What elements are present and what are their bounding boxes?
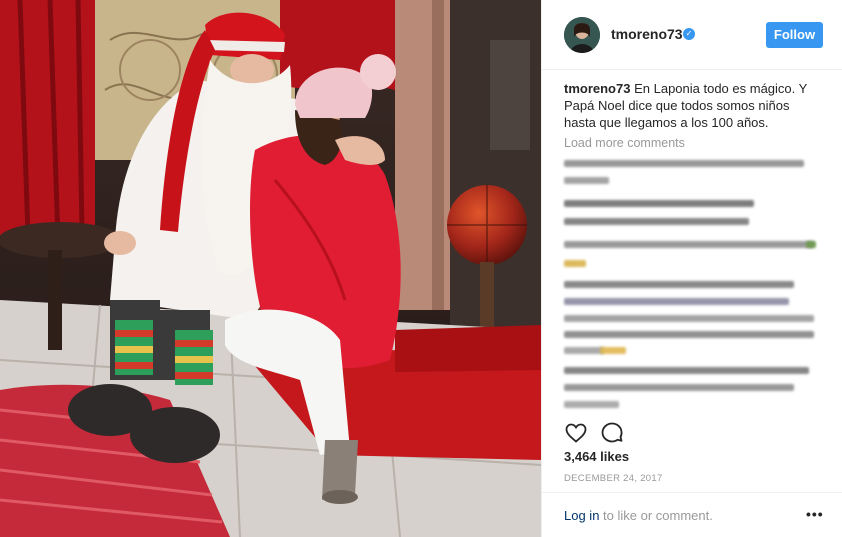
post-photo[interactable] <box>0 0 541 537</box>
heart-icon[interactable] <box>564 421 588 445</box>
obscured-comment-line <box>564 401 619 408</box>
obscured-comment-line <box>564 160 804 167</box>
obscured-comment-line <box>564 367 809 374</box>
obscured-comment-line <box>564 218 749 225</box>
login-prompt-text: to like or comment. <box>599 508 713 523</box>
avatar[interactable] <box>564 17 600 53</box>
post-date[interactable]: DECEMBER 24, 2017 <box>564 473 663 484</box>
obscured-comment-emoji <box>600 347 626 354</box>
obscured-comment-line <box>564 331 814 338</box>
obscured-comment-line <box>564 315 814 322</box>
obscured-comment-line <box>564 347 604 354</box>
obscured-comment-line <box>564 200 754 207</box>
follow-button[interactable]: Follow <box>766 22 823 48</box>
more-options-icon[interactable]: ••• <box>806 506 824 522</box>
likes-count[interactable]: 3,464 likes <box>564 449 629 464</box>
obscured-comment-line <box>564 281 794 288</box>
login-prompt: Log in to like or comment. <box>564 508 713 523</box>
post-side-panel: tmoreno73 ✓ Follow tmoreno73 En Laponia … <box>541 0 842 537</box>
load-more-comments-link[interactable]: Load more comments <box>564 136 685 150</box>
verified-badge-icon: ✓ <box>683 28 695 40</box>
santa-photo-illustration <box>0 0 541 537</box>
login-link[interactable]: Log in <box>564 508 599 523</box>
obscured-comment-line <box>564 298 789 305</box>
obscured-comment-line <box>564 241 814 248</box>
post-caption: tmoreno73 En Laponia todo es mágico. Y P… <box>564 80 824 131</box>
obscured-comment-emoji <box>806 241 816 248</box>
comment-footer: Log in to like or comment. ••• <box>542 492 842 537</box>
obscured-comment-emoji <box>564 260 586 267</box>
username-link[interactable]: tmoreno73 <box>611 26 683 42</box>
post-header: tmoreno73 ✓ Follow <box>542 0 842 70</box>
obscured-comment-line <box>564 384 794 391</box>
obscured-comment-line <box>564 177 609 184</box>
comment-icon[interactable] <box>600 421 624 445</box>
caption-username[interactable]: tmoreno73 <box>564 81 630 96</box>
